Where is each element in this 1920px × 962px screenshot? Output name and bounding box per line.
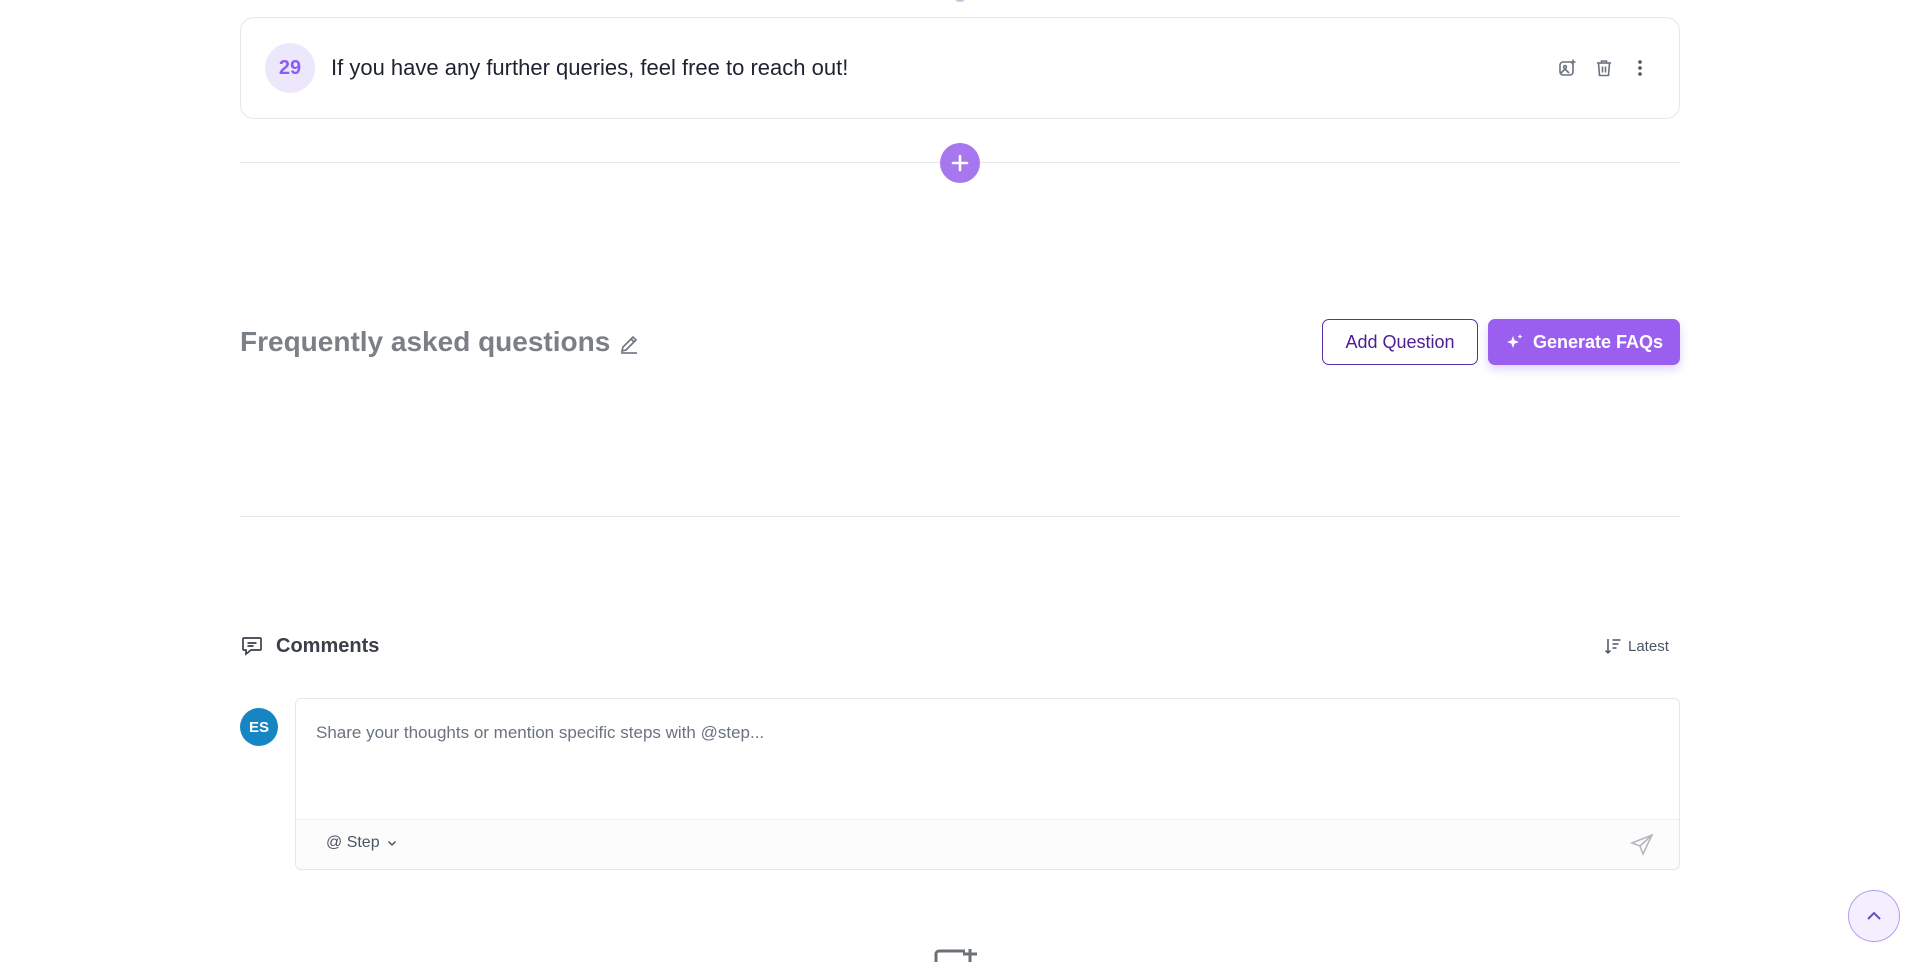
section-divider	[240, 516, 1680, 517]
pencil-icon[interactable]	[618, 333, 642, 357]
top-partial-element	[953, 0, 967, 2]
add-question-button[interactable]: Add Question	[1322, 319, 1478, 365]
comment-input[interactable]	[316, 723, 1656, 813]
comment-icon	[242, 637, 262, 656]
partial-icon	[930, 948, 988, 962]
scroll-to-top-button[interactable]	[1848, 890, 1900, 942]
step-number-badge: 29	[265, 43, 315, 93]
trash-icon[interactable]	[1593, 57, 1615, 79]
step-mention-label: @ Step	[326, 834, 380, 851]
comments-title: Comments	[276, 634, 380, 657]
comment-box: @ Step	[295, 698, 1680, 870]
generate-faqs-label: Generate FAQs	[1532, 331, 1664, 352]
faq-title: Frequently asked questions	[240, 326, 611, 357]
avatar: ES	[240, 708, 278, 746]
sort-latest-button[interactable]: Latest	[1604, 637, 1669, 655]
send-icon[interactable]	[1629, 832, 1655, 858]
step-mention-dropdown[interactable]: @ Step	[326, 834, 398, 852]
generate-faqs-button[interactable]: Generate FAQs	[1488, 319, 1680, 365]
add-step-button[interactable]	[940, 143, 980, 183]
chevron-up-icon	[1867, 911, 1881, 920]
sparkles-icon	[1506, 334, 1523, 348]
step-card[interactable]: 29 If you have any further queries, feel…	[240, 17, 1680, 119]
comments-header: Comments	[240, 634, 379, 658]
comment-footer: @ Step	[296, 819, 1679, 869]
more-vertical-icon[interactable]	[1629, 57, 1651, 79]
sort-icon	[1604, 639, 1621, 655]
chevron-down-icon	[387, 840, 396, 847]
step-actions	[1557, 57, 1651, 79]
image-add-icon[interactable]	[1557, 57, 1579, 79]
plus-icon	[951, 154, 969, 172]
sort-label: Latest	[1628, 637, 1669, 655]
step-text[interactable]: If you have any further queries, feel fr…	[331, 55, 1557, 81]
